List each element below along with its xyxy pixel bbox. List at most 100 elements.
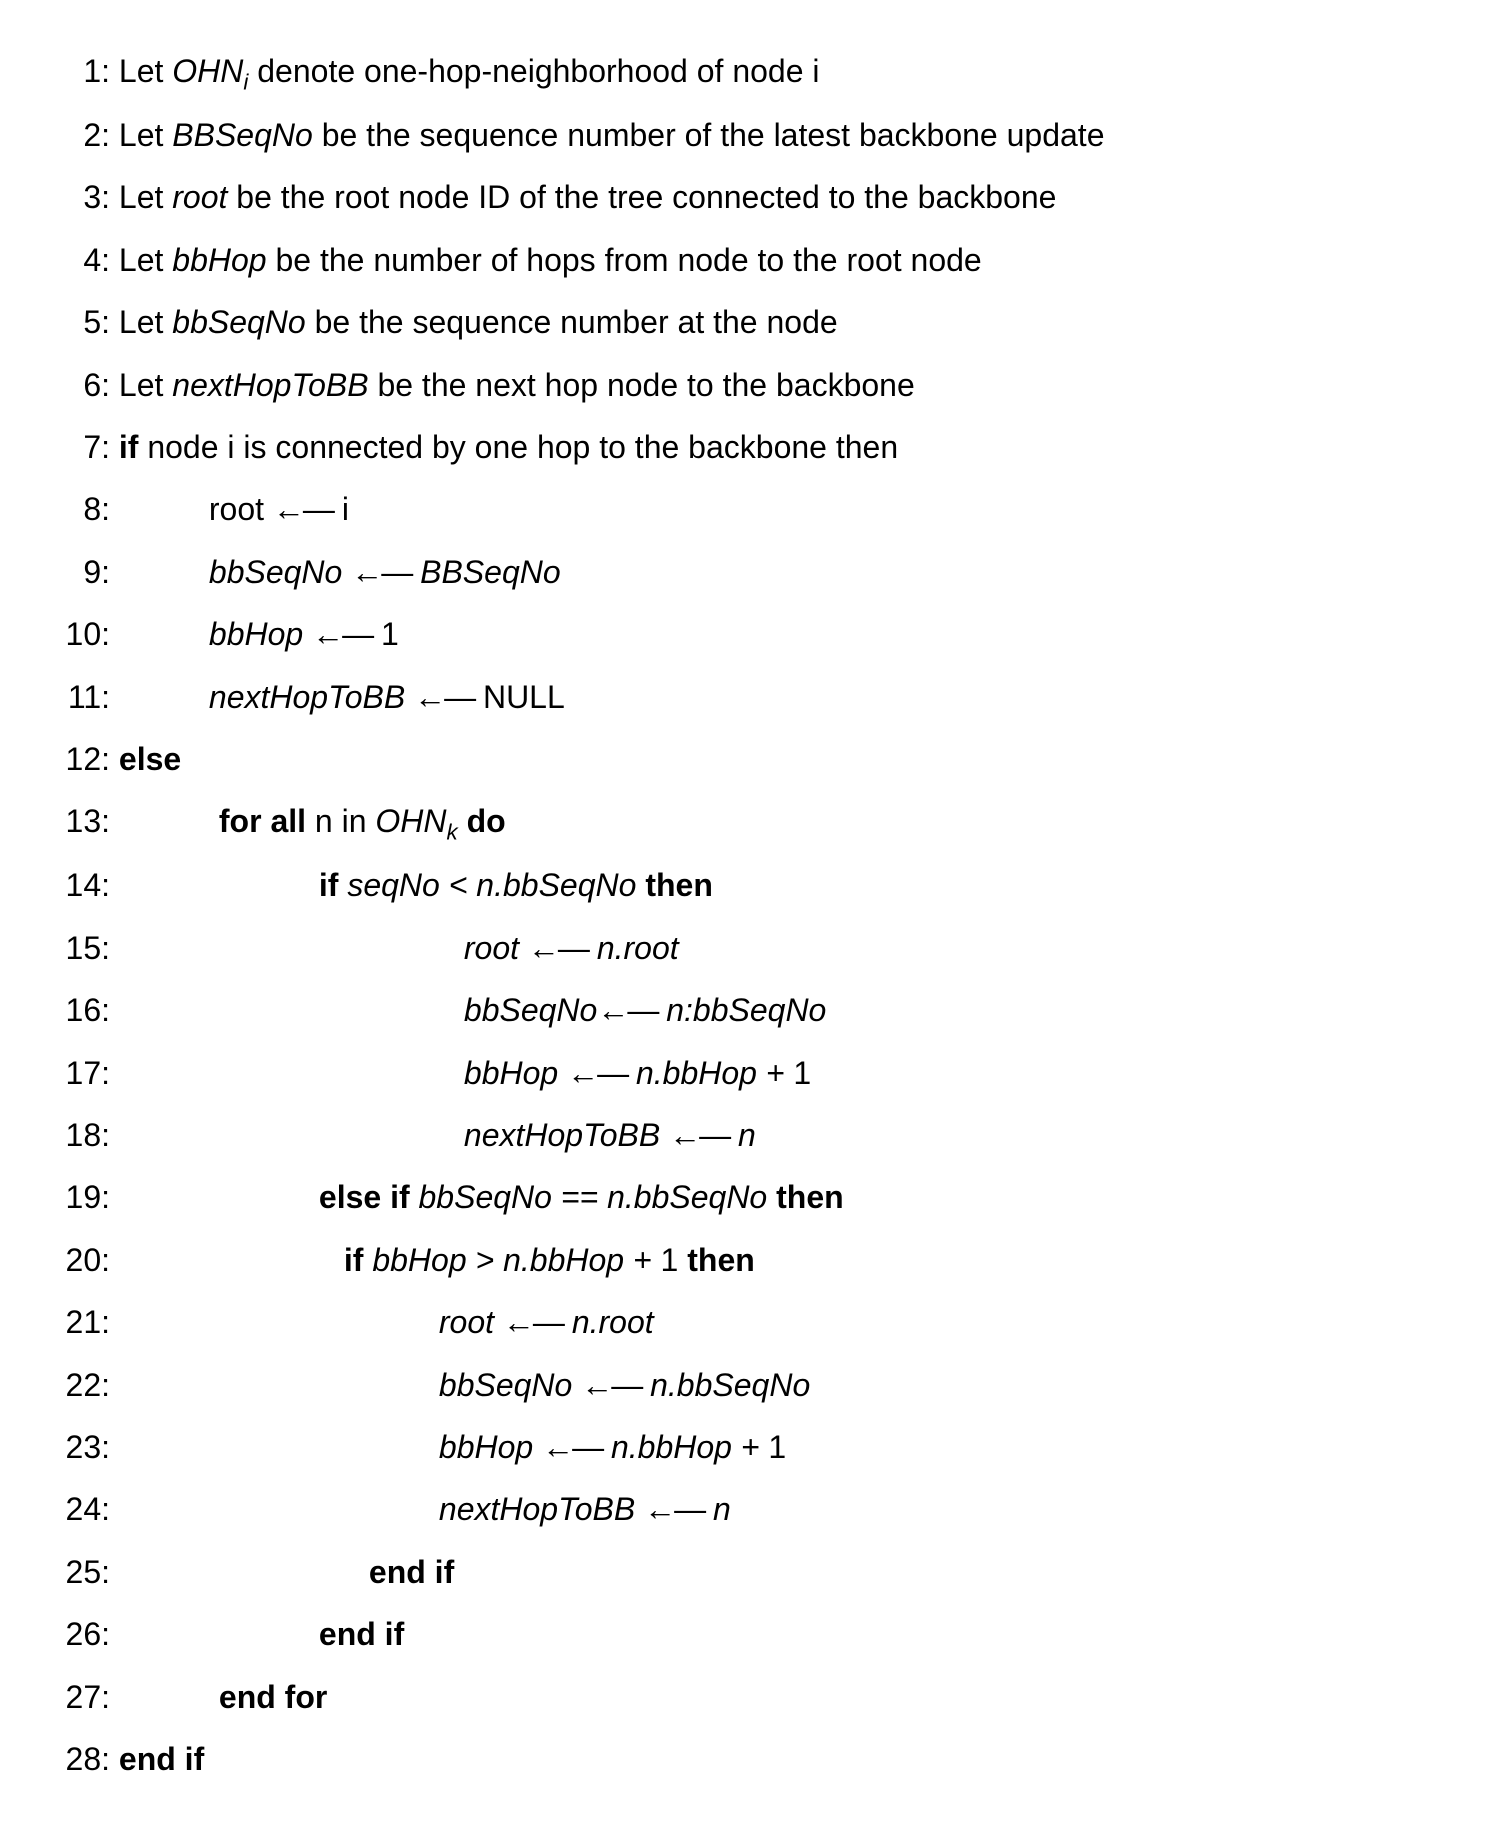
text-italic: bbSeqNo — [209, 554, 351, 590]
text-italic: nextHopToBB — [439, 1491, 644, 1527]
text: NULL — [474, 679, 565, 715]
keyword: end if — [319, 1616, 404, 1652]
algo-line-5: 5: Let bbSeqNo be the sequence number at… — [60, 291, 1437, 353]
text-italic: root — [464, 930, 528, 966]
text: 1 — [661, 1242, 688, 1278]
line-number: 11: — [60, 666, 110, 728]
line-number: 20: — [60, 1229, 110, 1291]
algo-line-13: 13: for all n in OHNk do — [60, 790, 1437, 854]
text: node i is connected by one hop to the ba… — [138, 429, 898, 465]
text: be the number of hops from node to the r… — [267, 242, 982, 278]
algo-line-14: 14: if seqNo < n.bbSeqNo then — [60, 854, 1437, 916]
text-italic: bbSeqNo — [464, 992, 597, 1028]
text-italic: n — [729, 1117, 756, 1153]
text-italic: n.bbSeqNo — [641, 1367, 810, 1403]
line-number: 13: — [60, 790, 110, 852]
text: 1 — [768, 1429, 786, 1465]
algo-line-1: 1: Let OHNi denote one-hop-neighborhood … — [60, 40, 1437, 104]
keyword: if — [119, 429, 139, 465]
algo-line-11: 11: nextHopToBB ←— NULL — [60, 666, 1437, 728]
text: Let — [119, 242, 172, 278]
algo-line-16: 16: bbSeqNo←— n:bbSeqNo — [60, 979, 1437, 1041]
text: 1 — [372, 616, 399, 652]
text-italic: n:bbSeqNo — [657, 992, 826, 1028]
text: root — [209, 491, 273, 527]
keyword: end if — [119, 1741, 204, 1777]
text: be the sequence number of the latest bac… — [313, 117, 1105, 153]
line-number: 4: — [60, 229, 110, 291]
arrow-icon: ←— — [312, 603, 372, 665]
keyword: then — [645, 867, 713, 903]
algo-line-21: 21: root ←— n.root — [60, 1291, 1437, 1353]
text-italic: root — [439, 1304, 503, 1340]
text: Let — [119, 367, 172, 403]
line-number: 22: — [60, 1354, 110, 1416]
text-italic: OHN — [375, 803, 446, 839]
line-number: 5: — [60, 291, 110, 353]
text-italic: n.bbHop + — [602, 1429, 768, 1465]
line-number: 19: — [60, 1166, 110, 1228]
text-italic: bbHop > n.bbHop + — [372, 1242, 660, 1278]
text-italic: n.root — [588, 930, 679, 966]
algo-line-12: 12: else — [60, 728, 1437, 790]
line-number: 6: — [60, 354, 110, 416]
text: be the next hop node to the backbone — [369, 367, 915, 403]
algo-line-15: 15: root ←— n.root — [60, 917, 1437, 979]
text-italic: n.bbHop + — [627, 1055, 793, 1091]
keyword: for all — [219, 803, 306, 839]
line-number: 12: — [60, 728, 110, 790]
line-number: 15: — [60, 917, 110, 979]
keyword: if — [319, 867, 347, 903]
text-italic: OHN — [172, 53, 243, 89]
text: 1 — [793, 1055, 811, 1091]
line-number: 28: — [60, 1728, 110, 1790]
text-italic: nextHopToBB — [464, 1117, 669, 1153]
algo-line-23: 23: bbHop ←— n.bbHop + 1 — [60, 1416, 1437, 1478]
algo-line-4: 4: Let bbHop be the number of hops from … — [60, 229, 1437, 291]
arrow-icon: ←— — [414, 666, 474, 728]
arrow-icon: ←— — [351, 541, 411, 603]
algo-line-6: 6: Let nextHopToBB be the next hop node … — [60, 354, 1437, 416]
keyword: else — [119, 741, 181, 777]
line-number: 7: — [60, 416, 110, 478]
line-number: 14: — [60, 854, 110, 916]
text: denote one-hop-neighborhood of node i — [248, 53, 819, 89]
line-number: 9: — [60, 541, 110, 603]
arrow-icon: ←— — [273, 478, 333, 540]
algo-line-22: 22: bbSeqNo ←— n.bbSeqNo — [60, 1354, 1437, 1416]
text-italic: nextHopToBB — [172, 367, 368, 403]
text-italic: seqNo < n.bbSeqNo — [347, 867, 645, 903]
text-italic: bbSeqNo == n.bbSeqNo — [419, 1179, 777, 1215]
algo-line-10: 10: bbHop ←— 1 — [60, 603, 1437, 665]
text: Let — [119, 117, 172, 153]
arrow-icon: ←— — [567, 1042, 627, 1104]
text-italic: bbHop — [464, 1055, 567, 1091]
arrow-icon: ←— — [503, 1291, 563, 1353]
algo-line-20: 20: if bbHop > n.bbHop + 1 then — [60, 1229, 1437, 1291]
keyword: then — [687, 1242, 755, 1278]
line-number: 10: — [60, 603, 110, 665]
line-number: 23: — [60, 1416, 110, 1478]
arrow-icon: ←— — [597, 979, 657, 1041]
arrow-icon: ←— — [644, 1478, 704, 1540]
arrow-icon: ←— — [581, 1354, 641, 1416]
keyword: else if — [319, 1179, 419, 1215]
keyword: end if — [369, 1554, 454, 1590]
algo-line-9: 9: bbSeqNo ←— BBSeqNo — [60, 541, 1437, 603]
algo-line-17: 17: bbHop ←— n.bbHop + 1 — [60, 1042, 1437, 1104]
algo-line-8: 8: root ←— i — [60, 478, 1437, 540]
text: i — [333, 491, 349, 527]
line-number: 8: — [60, 478, 110, 540]
algo-line-3: 3: Let root be the root node ID of the t… — [60, 166, 1437, 228]
line-number: 18: — [60, 1104, 110, 1166]
text: Let — [119, 304, 172, 340]
algo-line-28: 28: end if — [60, 1728, 1437, 1790]
text-italic: bbSeqNo — [172, 304, 305, 340]
line-number: 26: — [60, 1603, 110, 1665]
text-italic: BBSeqNo — [411, 554, 560, 590]
keyword: if — [344, 1242, 372, 1278]
algo-line-24: 24: nextHopToBB ←— n — [60, 1478, 1437, 1540]
text-italic: bbSeqNo — [439, 1367, 581, 1403]
keyword: end for — [219, 1679, 327, 1715]
line-number: 16: — [60, 979, 110, 1041]
